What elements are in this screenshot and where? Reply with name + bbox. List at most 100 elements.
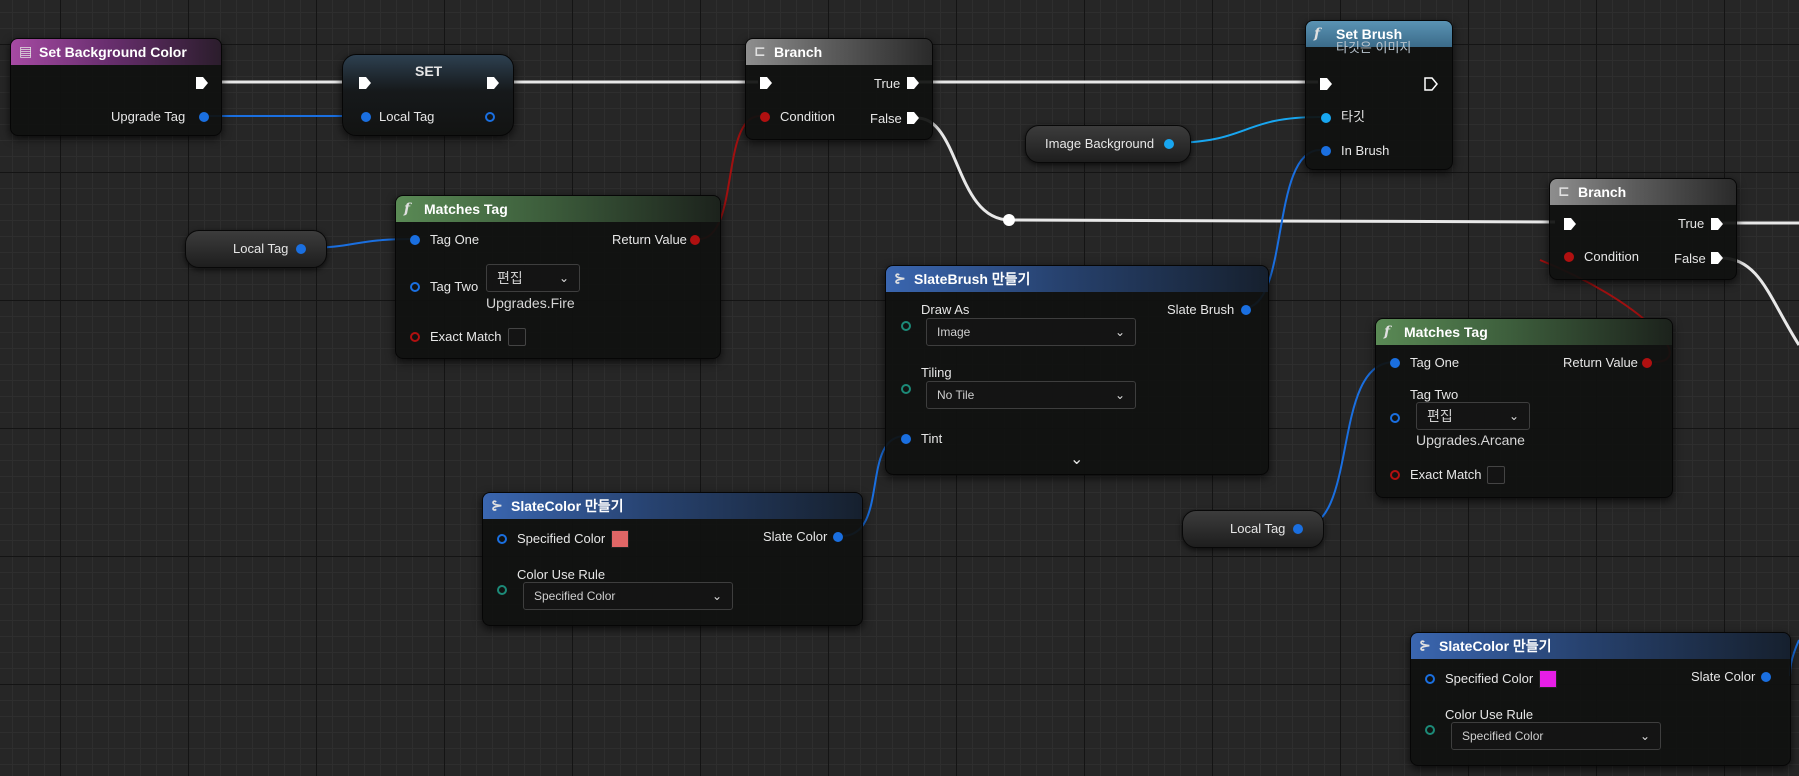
color-swatch[interactable] xyxy=(611,530,629,548)
expand-chevron-icon[interactable]: ⌄ xyxy=(1070,452,1083,468)
node-header: f Matches Tag xyxy=(396,196,720,222)
tiling-dropdown[interactable]: No Tile ⌄ xyxy=(926,381,1136,409)
upgrade-tag-pin[interactable] xyxy=(199,112,209,122)
local-tag-var-2[interactable]: Local Tag xyxy=(1182,510,1324,548)
set-variable-node[interactable]: SET Local Tag xyxy=(342,54,514,136)
pin-label: Condition xyxy=(780,109,835,124)
exec-in-pin[interactable] xyxy=(1563,217,1577,231)
exec-out-pin[interactable] xyxy=(1424,77,1438,91)
local-tag-var-1[interactable]: Local Tag xyxy=(185,230,327,268)
node-title: SlateBrush 만들기 xyxy=(914,271,1031,287)
make-slatecolor-node-1[interactable]: ⊱ SlateColor 만들기 Specified Color Slate C… xyxy=(482,492,863,626)
chevron-down-icon: ⌄ xyxy=(1639,729,1650,743)
local-tag-in-pin[interactable] xyxy=(361,112,371,122)
chevron-down-icon: ⌄ xyxy=(1114,388,1125,402)
function-icon: f xyxy=(404,201,411,217)
exact-match-pin[interactable] xyxy=(410,332,420,342)
exec-wire xyxy=(916,116,1556,224)
slate-color-pin[interactable] xyxy=(1761,672,1771,682)
local-tag-pin[interactable] xyxy=(296,244,306,254)
exec-in-pin[interactable] xyxy=(759,76,773,90)
node-title: Matches Tag xyxy=(424,201,508,217)
pin-label: Condition xyxy=(1584,249,1639,264)
return-value-pin[interactable] xyxy=(1642,358,1652,368)
image-background-var[interactable]: Image Background xyxy=(1025,125,1191,163)
slate-color-pin[interactable] xyxy=(833,532,843,542)
exec-in-pin[interactable] xyxy=(358,76,372,90)
in-brush-pin[interactable] xyxy=(1321,146,1331,156)
target-pin[interactable] xyxy=(1321,113,1331,123)
tag-value: Upgrades.Arcane xyxy=(1416,432,1525,448)
local-tag-pin[interactable] xyxy=(1293,524,1303,534)
pin-label: Exact Match xyxy=(1410,467,1482,482)
color-use-rule-dropdown[interactable]: Specified Color ⌄ xyxy=(1451,722,1661,750)
edit-tag-dropdown[interactable]: 편집 ⌄ xyxy=(1416,402,1530,430)
pin-label: Tint xyxy=(921,431,943,446)
reroute-node[interactable] xyxy=(1003,214,1015,226)
exec-true-pin[interactable] xyxy=(906,76,920,90)
pin-label: Tag One xyxy=(430,232,480,247)
specified-color-pin[interactable] xyxy=(1425,674,1435,684)
chevron-down-icon: ⌄ xyxy=(711,589,722,603)
exec-false-pin[interactable] xyxy=(1710,251,1724,265)
color-use-rule-pin[interactable] xyxy=(1425,725,1435,735)
pin-label: Tiling xyxy=(921,365,952,380)
exact-match-pin[interactable] xyxy=(1390,470,1400,480)
make-slatebrush-node[interactable]: ⊱ SlateBrush 만들기 Draw As Slate Brush Ima… xyxy=(885,265,1269,475)
tag-two-pin[interactable] xyxy=(410,282,420,292)
exec-in-pin[interactable] xyxy=(1319,77,1333,91)
pin-label: True xyxy=(874,76,901,91)
make-struct-icon: ⊱ xyxy=(894,271,906,287)
tag-two-pin[interactable] xyxy=(1390,413,1400,423)
exec-true-pin[interactable] xyxy=(1710,217,1724,231)
specified-color-pin[interactable] xyxy=(497,534,507,544)
pin-label: True xyxy=(1678,216,1705,231)
return-value-pin[interactable] xyxy=(690,235,700,245)
node-header: f Matches Tag xyxy=(1376,319,1672,345)
exec-out-pin[interactable] xyxy=(195,76,209,90)
chevron-down-icon: ⌄ xyxy=(1114,325,1125,339)
exact-match-checkbox[interactable] xyxy=(1487,466,1505,484)
node-header: ⊱ SlateBrush 만들기 xyxy=(886,266,1268,292)
branch-node-2[interactable]: ⊏ Branch True Condition False xyxy=(1549,178,1737,280)
pin-label: Slate Color xyxy=(1691,669,1756,684)
exec-out-pin[interactable] xyxy=(486,76,500,90)
tag-one-pin[interactable] xyxy=(1390,358,1400,368)
pin-label: Upgrade Tag xyxy=(111,109,186,124)
var-label: Local Tag xyxy=(233,241,289,256)
node-title: SlateColor 만들기 xyxy=(1439,638,1552,654)
tiling-pin[interactable] xyxy=(901,384,911,394)
branch-icon: ⊏ xyxy=(1558,184,1570,200)
var-label: Image Background xyxy=(1045,136,1155,151)
exact-match-checkbox[interactable] xyxy=(508,328,526,346)
branch-node-1[interactable]: ⊏ Branch True Condition False xyxy=(745,38,933,140)
draw-as-dropdown[interactable]: Image ⌄ xyxy=(926,318,1136,346)
condition-pin[interactable] xyxy=(760,112,770,122)
function-icon: f xyxy=(1314,26,1321,42)
image-background-pin[interactable] xyxy=(1164,139,1174,149)
node-header: ▤ Set Background Color xyxy=(11,39,221,65)
dropdown-value: Specified Color xyxy=(534,589,616,603)
color-use-rule-dropdown[interactable]: Specified Color ⌄ xyxy=(523,582,733,610)
tint-pin[interactable] xyxy=(901,434,911,444)
node-title: Matches Tag xyxy=(1404,324,1488,340)
local-tag-out-pin[interactable] xyxy=(485,112,495,122)
color-swatch[interactable] xyxy=(1539,670,1557,688)
function-icon: f xyxy=(1384,324,1391,340)
color-use-rule-pin[interactable] xyxy=(497,585,507,595)
slate-brush-pin[interactable] xyxy=(1241,305,1251,315)
draw-as-pin[interactable] xyxy=(901,321,911,331)
var-label: Local Tag xyxy=(1230,521,1286,536)
condition-pin[interactable] xyxy=(1564,252,1574,262)
set-background-color-node[interactable]: ▤ Set Background Color Upgrade Tag xyxy=(10,38,222,136)
matches-tag-node-1[interactable]: f Matches Tag Tag One Return Value Tag T… xyxy=(395,195,721,359)
pin-label: Tag Two xyxy=(1410,387,1459,402)
node-title: Branch xyxy=(1578,184,1627,200)
make-slatecolor-node-2[interactable]: ⊱ SlateColor 만들기 Specified Color Slate C… xyxy=(1410,632,1791,766)
exec-false-pin[interactable] xyxy=(906,111,920,125)
tag-one-pin[interactable] xyxy=(410,235,420,245)
edit-tag-dropdown[interactable]: 편집 ⌄ xyxy=(486,264,580,292)
set-brush-node[interactable]: f Set Brush 타깃은 이미지 타깃 In Brush xyxy=(1305,20,1453,170)
matches-tag-node-2[interactable]: f Matches Tag Tag One Return Value Tag T… xyxy=(1375,318,1673,498)
pin-label: Return Value xyxy=(612,232,687,247)
